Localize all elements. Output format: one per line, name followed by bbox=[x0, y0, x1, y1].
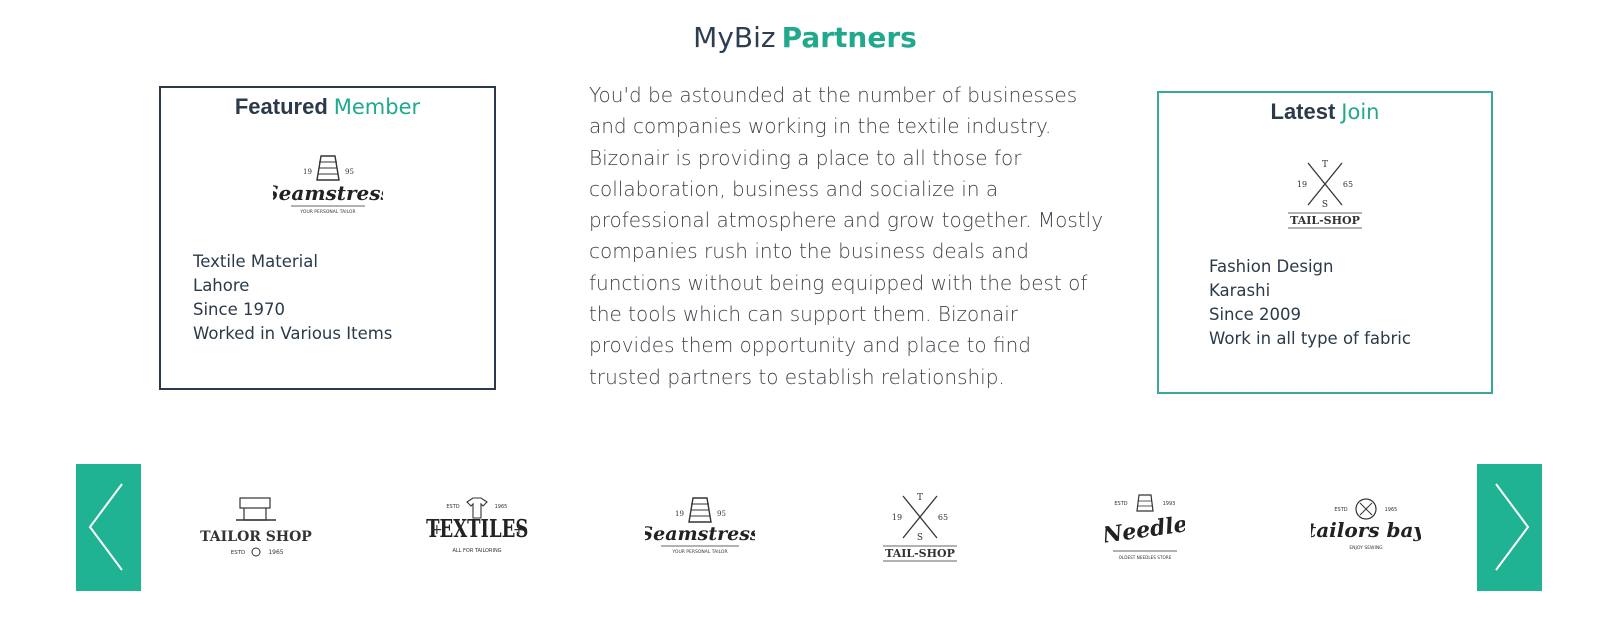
svg-text:19: 19 bbox=[892, 513, 902, 522]
seamstress-logo: 19 95 Seamstress YOUR PERSONAL TAILOR bbox=[264, 150, 391, 226]
svg-text:19: 19 bbox=[675, 510, 684, 518]
latest-join-card[interactable]: Latest Join T 19 65 S TAIL-SHOP Fashion D… bbox=[1157, 91, 1493, 394]
svg-text:ESTD: ESTD bbox=[446, 504, 459, 510]
svg-text:65: 65 bbox=[1343, 180, 1353, 189]
latest-detail-since: Since 2009 bbox=[1209, 305, 1301, 324]
svg-text:19: 19 bbox=[1297, 180, 1307, 189]
carousel-logo-needle[interactable]: ESTD 1993 Needle OLDEST NEEDLES STORE bbox=[1100, 489, 1189, 573]
latest-card-heading: Latest Join bbox=[1159, 99, 1491, 126]
svg-text:ENJOY SEWING: ENJOY SEWING bbox=[1349, 545, 1383, 551]
carousel-logo-tail-shop[interactable]: T 19 65 S TAIL-SHOP bbox=[875, 490, 965, 570]
svg-text:TAIL-SHOP: TAIL-SHOP bbox=[885, 547, 955, 560]
chevron-right-icon bbox=[1495, 483, 1530, 571]
svg-text:95: 95 bbox=[345, 168, 354, 176]
carousel-next-button[interactable] bbox=[1477, 464, 1542, 591]
svg-text:Needle: Needle bbox=[1105, 511, 1185, 549]
featured-heading-strong: Featured bbox=[234, 94, 328, 119]
featured-details: Textile Material Lahore Since 1970 Worke… bbox=[193, 250, 392, 346]
featured-member-card[interactable]: FeaturedMember 19 95 Seamstress YOUR PER… bbox=[159, 86, 496, 390]
chevron-left-icon bbox=[88, 483, 123, 571]
svg-text:1965: 1965 bbox=[268, 549, 283, 556]
svg-text:1965: 1965 bbox=[495, 504, 508, 510]
svg-text:T: T bbox=[1322, 160, 1328, 170]
carousel-prev-button[interactable] bbox=[76, 464, 141, 591]
title-brand: MyBiz bbox=[693, 21, 776, 54]
svg-text:YOUR PERSONAL TAILOR: YOUR PERSONAL TAILOR bbox=[299, 209, 355, 215]
featured-heading-soft: Member bbox=[333, 95, 421, 119]
description-text: You'd be astounded at the number of busi… bbox=[589, 83, 1104, 389]
svg-text:ALL FOR TAILORING: ALL FOR TAILORING bbox=[452, 548, 501, 554]
carousel-logo-tailor-shop[interactable]: TAILOR SHOP ESTD 1965 bbox=[192, 494, 322, 568]
latest-detail-note: Work in all type of fabric bbox=[1209, 329, 1411, 348]
carousel-logo-textiles[interactable]: ESTD 1965 TEXTILES + + ALL FOR TAILORING bbox=[425, 494, 529, 568]
svg-text:TAIL-SHOP: TAIL-SHOP bbox=[1290, 214, 1360, 227]
svg-text:ESTD: ESTD bbox=[231, 550, 246, 556]
svg-text:tailors bay: tailors bay bbox=[1311, 518, 1421, 542]
svg-text:95: 95 bbox=[717, 510, 726, 518]
svg-text:ESTD: ESTD bbox=[1334, 507, 1347, 513]
latest-detail-category: Fashion Design bbox=[1209, 257, 1334, 276]
svg-text:TAILOR SHOP: TAILOR SHOP bbox=[200, 529, 312, 545]
section-title: MyBiz Partners bbox=[0, 18, 1610, 58]
svg-text:Seamstress: Seamstress bbox=[273, 181, 383, 205]
svg-text:1965: 1965 bbox=[1385, 507, 1398, 513]
latest-detail-city: Karashi bbox=[1209, 281, 1271, 300]
carousel-logo-tailors-bay[interactable]: ESTD 1965 tailors bay ENJOY SEWING bbox=[1307, 493, 1426, 567]
svg-text:T: T bbox=[917, 493, 923, 503]
featured-detail-since: Since 1970 bbox=[193, 300, 285, 319]
latest-heading-soft: Join bbox=[1341, 100, 1380, 124]
latest-details: Fashion Design Karashi Since 2009 Work i… bbox=[1209, 255, 1411, 351]
latest-heading-strong: Latest bbox=[1270, 99, 1336, 124]
svg-text:1993: 1993 bbox=[1163, 501, 1176, 507]
svg-text:YOUR PERSONAL TAILOR: YOUR PERSONAL TAILOR bbox=[671, 549, 727, 555]
featured-detail-note: Worked in Various Items bbox=[193, 324, 393, 343]
tail-shop-logo: T 19 65 S TAIL-SHOP bbox=[1280, 155, 1370, 239]
svg-text:Seamstress: Seamstress bbox=[645, 523, 755, 545]
svg-text:65: 65 bbox=[938, 513, 948, 522]
svg-text:OLDEST NEEDLES STORE: OLDEST NEEDLES STORE bbox=[1119, 555, 1172, 560]
svg-text:+: + bbox=[431, 522, 443, 538]
carousel-logo-seamstress[interactable]: 19 95 Seamstress YOUR PERSONAL TAILOR bbox=[639, 494, 761, 570]
svg-text:S: S bbox=[917, 533, 923, 543]
svg-text:+: + bbox=[513, 522, 525, 538]
featured-card-heading: Featured Member bbox=[161, 94, 494, 121]
svg-text:S: S bbox=[1322, 200, 1328, 210]
svg-text:19: 19 bbox=[303, 168, 312, 176]
title-accent: Partners bbox=[781, 21, 917, 54]
featured-detail-city: Lahore bbox=[193, 276, 250, 295]
featured-detail-category: Textile Material bbox=[193, 252, 318, 271]
svg-text:ESTD: ESTD bbox=[1114, 501, 1127, 507]
